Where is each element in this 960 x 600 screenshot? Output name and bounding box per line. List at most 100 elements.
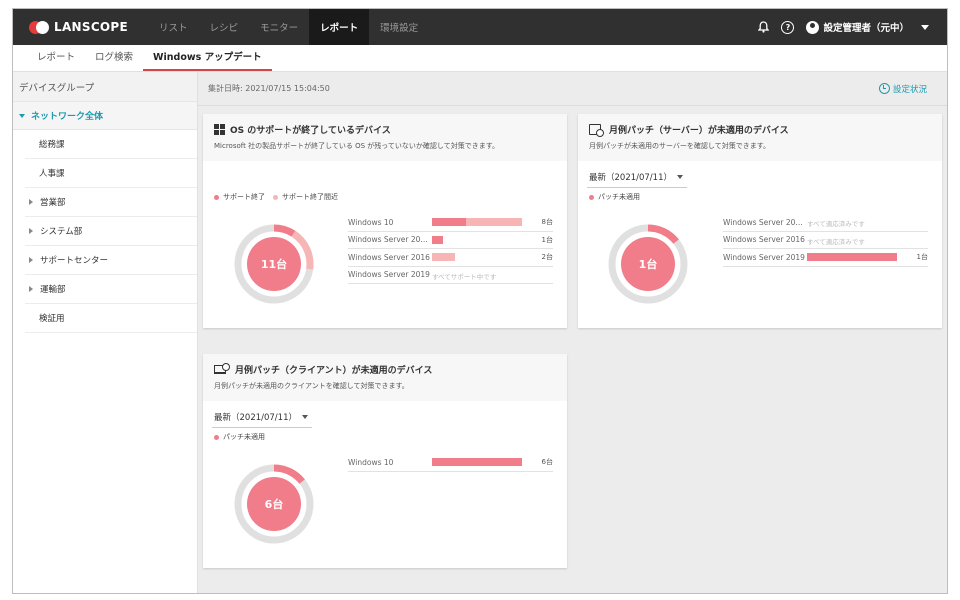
chart-legend: パッチ未適用 — [589, 192, 640, 202]
server-patch-card: 月例パッチ（サーバー）が未適用のデバイス 月例パッチが未適用のサーバーを確認して… — [578, 114, 942, 328]
nav-settings[interactable]: 環境設定 — [369, 9, 429, 45]
bar-list: Windows 10 8台 Windows Server 2012... 1台 Wind… — [348, 214, 553, 284]
bar-list: Windows Server 2012... すべて適応済みです Windows S… — [723, 214, 928, 267]
settings-status-link[interactable]: 設定状況 — [878, 83, 927, 95]
legend-item: サポート終了間近 — [273, 192, 338, 202]
date-dropdown[interactable]: 最新（2021/07/11） — [587, 168, 687, 188]
expand-right-icon[interactable] — [29, 257, 33, 263]
tab-windows-update[interactable]: Windows アップデート — [143, 49, 272, 71]
chevron-down-icon — [302, 415, 308, 419]
chevron-down-icon — [677, 175, 683, 179]
expand-right-icon[interactable] — [29, 286, 33, 292]
bar-row[interactable]: Windows Server 2012... 1台 — [348, 232, 553, 249]
bar-category-label: Windows Server 2012... — [348, 235, 432, 245]
user-menu[interactable]: 設定管理者（元中） — [806, 20, 929, 34]
bar-track — [432, 235, 522, 244]
expand-down-icon — [19, 113, 25, 118]
bar-row[interactable]: Windows Server 2019 すべてサポート中です — [348, 267, 553, 284]
legend-label: サポート終了 — [223, 193, 265, 201]
tree-root-label: ネットワーク全体 — [31, 112, 104, 122]
tree-item-general-affairs[interactable]: 総務課 — [25, 130, 197, 159]
legend-label: パッチ未適用 — [223, 433, 265, 441]
donut-chart: 1台 — [608, 224, 688, 304]
chart-legend: パッチ未適用 — [214, 432, 265, 442]
dropdown-value: 最新（2021/07/11） — [214, 413, 297, 423]
tree-item-system[interactable]: システム部 — [25, 217, 197, 246]
bar-count-label: 6台 — [541, 458, 553, 467]
settings-status-label: 設定状況 — [892, 84, 927, 95]
bar-track — [807, 253, 897, 262]
nav-recipe[interactable]: レシピ — [199, 9, 250, 45]
donut-total-label: 6台 — [265, 497, 284, 511]
tree-item-support-center[interactable]: サポートセンター — [25, 246, 197, 275]
bar-track: すべて適応済みです — [807, 236, 897, 246]
bar-list: Windows 10 6台 — [348, 454, 553, 472]
card-title: 月例パッチ（クライアント）が未適用のデバイス — [235, 366, 433, 376]
laptop-icon — [214, 363, 230, 374]
bar-row[interactable]: Windows 10 8台 — [348, 214, 553, 232]
legend-item: サポート終了 — [214, 192, 265, 202]
bar-track — [432, 218, 522, 227]
bar-segment — [432, 458, 522, 467]
tree-item-sales[interactable]: 営業部 — [25, 188, 197, 217]
client-patch-card: 月例パッチ（クライアント）が未適用のデバイス 月例パッチが未適用のクライアントを… — [203, 354, 567, 568]
expand-right-icon[interactable] — [29, 228, 33, 234]
tree-item-transport[interactable]: 運輸部 — [25, 275, 197, 304]
bar-row[interactable]: Windows 10 6台 — [348, 454, 553, 472]
server-icon — [589, 124, 604, 137]
sub-tabs: レポート ログ検索 Windows アップデート — [13, 45, 947, 72]
sidebar-header: デバイスグループ — [13, 72, 197, 102]
card-description: 月例パッチが未適用のクライアントを確認して対策できます。 — [214, 382, 409, 390]
chart-legend: サポート終了 サポート終了間近 — [214, 192, 338, 202]
bar-row[interactable]: Windows Server 2016 2台 — [348, 249, 553, 267]
card-description: 月例パッチが未適用のサーバーを確認して対策できます。 — [589, 142, 771, 150]
bar-row[interactable]: Windows Server 2019 1台 — [723, 249, 928, 267]
bar-track: すべて適応済みです — [807, 218, 897, 229]
app-window: LANSCOPE リスト レシピ モニター レポート 環境設定 ? 設定管理者（… — [12, 8, 948, 594]
tab-report[interactable]: レポート — [27, 49, 85, 71]
tab-log-search[interactable]: ログ検索 — [85, 49, 143, 71]
bar-row[interactable]: Windows Server 2016 すべて適応済みです — [723, 232, 928, 249]
history-icon — [878, 83, 890, 94]
windows-icon — [214, 124, 225, 135]
nav-list[interactable]: リスト — [148, 9, 199, 45]
donut-chart: 11台 — [234, 224, 314, 304]
bell-icon[interactable] — [758, 21, 770, 33]
card-description: Microsoft 社の製品サポートが終了している OS が残っていないか確認し… — [214, 142, 500, 150]
user-avatar-icon — [806, 20, 820, 34]
date-dropdown[interactable]: 最新（2021/07/11） — [212, 408, 312, 428]
tree-item-label: サポートセンター — [40, 256, 109, 266]
bar-note: すべて適応済みです — [807, 220, 865, 229]
bar-row[interactable]: Windows Server 2012... すべて適応済みです — [723, 214, 928, 232]
donut-total-label: 1台 — [639, 257, 658, 271]
tree-item-label: システム部 — [40, 227, 83, 237]
bar-track — [432, 253, 522, 262]
donut-total-label: 11台 — [261, 257, 287, 271]
bar-category-label: Windows 10 — [348, 217, 394, 227]
lanscope-logo[interactable]: LANSCOPE — [29, 20, 128, 34]
tree-item-label: 運輸部 — [40, 285, 66, 295]
card-title: OS のサポートが終了しているデバイス — [230, 126, 391, 136]
os-support-card: OS のサポートが終了しているデバイス Microsoft 社の製品サポートが終… — [203, 114, 567, 328]
help-icon[interactable]: ? — [781, 20, 795, 34]
device-group-sidebar: デバイスグループ ネットワーク全体 総務課 人事課 営業部 システム部 サポート… — [13, 72, 198, 593]
expand-right-icon[interactable] — [29, 199, 33, 205]
bar-segment — [432, 218, 466, 227]
bar-note: すべてサポート中です — [432, 272, 497, 281]
bar-category-label: Windows Server 2016 — [348, 252, 430, 262]
legend-label: パッチ未適用 — [598, 193, 640, 201]
bar-segment — [465, 218, 522, 227]
bar-category-label: Windows Server 2019 — [723, 252, 805, 262]
bar-count-label: 1台 — [916, 253, 928, 262]
nav-report[interactable]: レポート — [309, 9, 370, 45]
aggregation-timestamp: 集計日時: 2021/07/15 15:04:50 — [208, 84, 330, 93]
tree-item-verification[interactable]: 検証用 — [25, 304, 197, 333]
card-title: 月例パッチ（サーバー）が未適用のデバイス — [609, 126, 789, 136]
tree-item-hr[interactable]: 人事課 — [25, 159, 197, 188]
legend-item: パッチ未適用 — [589, 192, 640, 202]
nav-monitor[interactable]: モニター — [249, 9, 309, 45]
donut-chart: 6台 — [234, 464, 314, 544]
bar-segment — [432, 235, 444, 244]
bar-track — [432, 458, 522, 467]
tree-root-network[interactable]: ネットワーク全体 — [13, 102, 197, 130]
